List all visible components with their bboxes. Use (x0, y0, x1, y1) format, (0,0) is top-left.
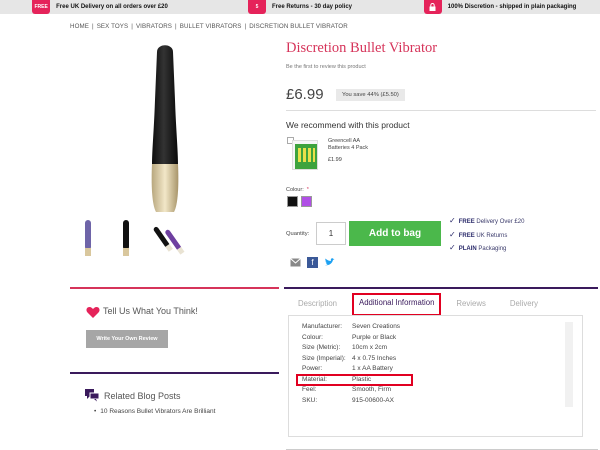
promo-bar: FREE Free UK Delivery on all orders over… (0, 0, 600, 14)
perk-item: ✓ FREE Delivery Over £20 (449, 216, 525, 225)
check-icon: ✓ (449, 229, 456, 239)
breadcrumb-home[interactable]: HOME (70, 23, 89, 30)
material-highlight-box (296, 374, 413, 386)
thumbnail-both[interactable] (152, 218, 185, 258)
spec-row: Size (Imperial): 4 x 0.75 Inches (302, 354, 397, 362)
chat-icon (85, 389, 100, 402)
product-main-image[interactable] (140, 40, 190, 215)
thumbnail-list (76, 218, 185, 258)
heart-icon (86, 306, 100, 318)
spec-row: Feel: Smooth, Firm (302, 386, 392, 393)
spec-row: Manufacturer: Seven Creations (302, 323, 401, 330)
tab-additional-information[interactable]: Additional Information (352, 293, 442, 316)
promo-returns: 5 Free Returns - 30 day policy (200, 0, 400, 14)
breadcrumb-sex-toys[interactable]: SEX TOYS (97, 23, 129, 30)
spec-row: Power: 1 x AA Battery (302, 365, 393, 372)
blog-post-link[interactable]: 10 Reasons Bullet Vibrators Are Brillian… (94, 408, 215, 415)
quantity-label: Quantity: (286, 231, 310, 237)
breadcrumb-vibrators[interactable]: VIBRATORS (136, 23, 172, 30)
batteries-image[interactable] (292, 140, 318, 170)
recommend-heading: We recommend with this product (286, 120, 410, 130)
specs-table: Manufacturer: Seven Creations Colour: Purp… (302, 322, 400, 406)
product-title: Discretion Bullet Vibrator (286, 40, 438, 56)
check-icon: ✓ (449, 243, 456, 252)
perks-list: ✓ FREE Delivery Over £20 ✓ FREE UK Returns… (449, 215, 524, 256)
recommend-product-price: £1.99 (328, 157, 342, 163)
promo-text: Free UK Delivery on all orders over £20 (56, 4, 168, 10)
breadcrumb-bullet-vibrators[interactable]: BULLET VIBRATORS (180, 23, 242, 30)
divider (286, 110, 596, 111)
blog-section-title: Related Blog Posts (104, 391, 181, 401)
promo-free-delivery: FREE Free UK Delivery on all orders over… (0, 0, 200, 14)
breadcrumb-current: DISCRETION BULLET VIBRATOR (249, 23, 348, 30)
quantity-input[interactable]: 1 (316, 222, 346, 245)
write-review-button[interactable]: Write Your Own Review (86, 330, 168, 348)
product-price: £6.99 (286, 86, 324, 103)
specs-scrollbar[interactable] (565, 322, 573, 407)
returns-icon: 5 (247, 0, 266, 14)
perk-item: ✓ FREE UK Returns (449, 229, 508, 239)
first-review-link[interactable]: Be the first to review this product (286, 64, 366, 70)
thumbnail-purple[interactable] (76, 218, 100, 258)
recommend-product-name[interactable]: Greencell AA Batteries 4 Pack (328, 138, 378, 152)
required-marker: * (306, 187, 309, 193)
promo-text: Free Returns - 30 day policy (271, 4, 353, 10)
lock-icon (423, 0, 442, 14)
blog-divider (70, 372, 279, 374)
spec-row: SKU: 915-00600-AX (302, 396, 394, 404)
twitter-icon[interactable] (324, 257, 335, 268)
spec-row: Size (Metric): 10cm x 2cm (302, 344, 388, 351)
free-badge-icon: FREE (32, 0, 51, 14)
breadcrumb: HOME | SEX TOYS | VIBRATORS | BULLET VIBRATORS… (70, 23, 348, 30)
colour-swatch-black[interactable] (287, 196, 298, 207)
perk-item: ✓ PLAIN Packaging (449, 243, 507, 252)
tabs-top-border (284, 287, 598, 289)
savings-badge: You save 44% (£5.50) (336, 89, 405, 101)
spec-row: Colour: Purple or Black (302, 333, 397, 341)
promo-discretion: 100% Discretion - shipped in plain packa… (400, 0, 600, 14)
feedback-title: Tell Us What You Think! (103, 306, 198, 316)
promo-text: 100% Discretion - shipped in plain packa… (447, 4, 577, 10)
email-icon[interactable] (290, 257, 301, 268)
feedback-divider (70, 287, 279, 289)
colour-label: Colour: * (286, 187, 309, 193)
check-icon: ✓ (449, 216, 456, 225)
add-to-bag-button[interactable]: Add to bag (349, 221, 441, 246)
thumbnail-black[interactable] (114, 218, 138, 258)
share-icons: f (290, 257, 335, 268)
facebook-icon[interactable]: f (307, 257, 318, 268)
colour-swatch-purple[interactable] (301, 196, 312, 207)
